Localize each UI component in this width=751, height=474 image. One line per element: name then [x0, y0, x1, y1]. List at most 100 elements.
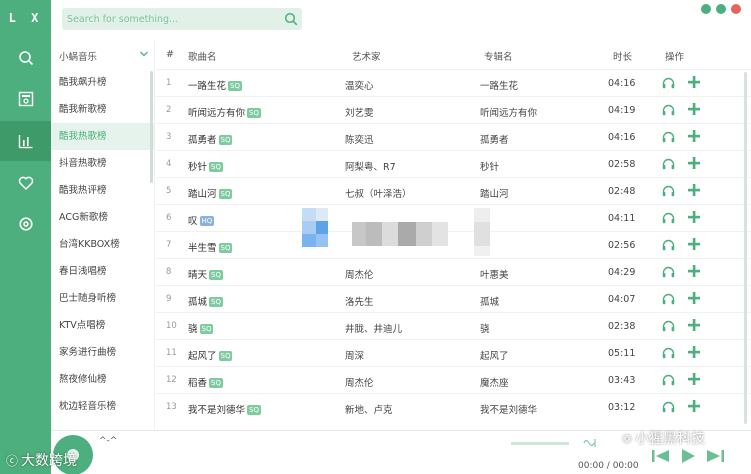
chart-list-item[interactable]: 酷我热歌榜 [51, 123, 154, 150]
song-album[interactable]: 秒针 [480, 159, 499, 173]
add-icon[interactable] [687, 372, 701, 389]
headphones-icon[interactable] [662, 158, 675, 173]
volume-slider[interactable] [511, 442, 569, 445]
chart-list-item[interactable]: 巴士随身听榜 [51, 285, 154, 312]
headphones-icon[interactable] [662, 185, 675, 200]
song-album[interactable]: 孤勇者 [480, 132, 509, 146]
song-artist[interactable]: 刘艺雯 [345, 105, 374, 119]
table-row[interactable]: 2 听闻远方有你 SQ 刘艺雯 听闻远方有你 04:19 [156, 96, 751, 123]
table-row[interactable]: 5 踏山河 SQ 七叔（叶泽浩） 踏山河 02:48 [156, 177, 751, 204]
add-icon[interactable] [687, 399, 701, 416]
search-submit-icon[interactable] [284, 12, 298, 29]
add-icon[interactable] [687, 183, 701, 200]
song-album[interactable]: 叶惠美 [480, 267, 509, 281]
previous-track-icon[interactable] [651, 448, 671, 467]
nav-rail: L X [0, 0, 51, 474]
headphones-icon[interactable] [662, 374, 675, 389]
table-row[interactable]: 11 起风了 SQ 周深 起风了 05:11 [156, 339, 751, 366]
close-button[interactable] [731, 4, 741, 14]
table-row[interactable]: 8 晴天 SQ 周杰伦 叶惠美 04:29 [156, 258, 751, 285]
chart-list-item[interactable]: 酷我飙升榜 [51, 69, 154, 96]
song-album[interactable]: 魔杰座 [480, 375, 509, 389]
headphones-icon[interactable] [662, 104, 675, 119]
table-row[interactable]: 12 稻香 SQ 周杰伦 魔杰座 03:43 [156, 366, 751, 393]
add-icon[interactable] [687, 75, 701, 92]
chart-list-item[interactable]: 酷我新歌榜 [51, 96, 154, 123]
nav-charts[interactable] [0, 121, 51, 161]
chart-list-item[interactable]: 家务进行曲榜 [51, 339, 154, 366]
chart-list-item[interactable]: 熬夜修仙榜 [51, 366, 154, 393]
chart-list-item[interactable]: 枕边轻音乐榜 [51, 393, 154, 420]
song-album[interactable]: 起风了 [480, 348, 509, 362]
song-artist[interactable]: 陈奕迅 [345, 132, 374, 146]
table-row[interactable]: 13 我不是刘德华 SQ 新地、卢克 我不是刘德华 03:12 [156, 393, 751, 420]
play-icon[interactable] [679, 448, 697, 467]
add-icon[interactable] [687, 210, 701, 227]
song-artist[interactable]: 周杰伦 [345, 375, 374, 389]
add-icon[interactable] [687, 156, 701, 173]
nav-search[interactable] [0, 38, 51, 78]
song-album[interactable]: 我不是刘德华 [480, 402, 537, 416]
song-artist[interactable]: 温奕心 [345, 78, 374, 92]
song-name-cell: 孤城 SQ [188, 294, 223, 308]
song-artist[interactable]: 洛先生 [345, 294, 374, 308]
song-album[interactable]: 踏山河 [480, 186, 509, 200]
add-icon[interactable] [687, 264, 701, 281]
maximize-button[interactable] [716, 4, 726, 14]
headphones-icon[interactable] [662, 347, 675, 362]
headphones-icon[interactable] [662, 401, 675, 416]
add-icon[interactable] [687, 291, 701, 308]
headphones-icon[interactable] [662, 239, 675, 254]
song-album[interactable]: 一路生花 [480, 78, 518, 92]
chart-list-item[interactable]: 酷我热评榜 [51, 177, 154, 204]
headphones-icon[interactable] [662, 212, 675, 227]
table-row[interactable]: 10 骁 SQ 井胧、井迪儿骁 02:38 [156, 312, 751, 339]
add-icon[interactable] [687, 318, 701, 335]
chart-list-item[interactable]: ACG新歌榜 [51, 204, 154, 231]
next-track-icon[interactable] [705, 448, 725, 467]
song-number: 10 [166, 321, 177, 331]
table-row[interactable]: 4 秒针 SQ 阿梨粤、R7 秒针 02:58 [156, 150, 751, 177]
lyric-icon[interactable] [583, 437, 597, 452]
song-artist[interactable]: 七叔（叶泽浩） [345, 186, 412, 200]
nav-settings[interactable] [0, 204, 51, 244]
chart-list-item[interactable]: 春日浅唱榜 [51, 258, 154, 285]
headphones-icon[interactable] [662, 293, 675, 308]
table-row[interactable]: 9 孤城 SQ 洛先生 孤城 04:07 [156, 285, 751, 312]
headphones-icon[interactable] [662, 77, 675, 92]
table-row[interactable]: 3 孤勇者 SQ 陈奕迅 孤勇者 04:16 [156, 123, 751, 150]
nav-favorites[interactable] [0, 163, 51, 203]
header-num: # [166, 49, 174, 60]
table-row[interactable]: 1 一路生花 SQ 温奕心 一路生花 04:16 [156, 69, 751, 96]
header-name: 歌曲名 [188, 52, 217, 63]
heart-icon [18, 175, 34, 191]
chart-list-scrollbar[interactable] [150, 71, 153, 183]
headphones-icon[interactable] [662, 266, 675, 281]
search-input[interactable] [62, 8, 277, 30]
song-album[interactable]: 孤城 [480, 294, 499, 308]
song-artist[interactable]: 周深 [345, 348, 364, 362]
nav-song-list[interactable] [0, 79, 51, 119]
chart-list-item[interactable]: 台湾KKBOX榜 [51, 231, 154, 258]
headphones-icon[interactable] [662, 131, 675, 146]
add-icon[interactable] [687, 237, 701, 254]
chart-list-item[interactable]: 抖音热歌榜 [51, 150, 154, 177]
table-scrollbar[interactable] [744, 72, 747, 424]
source-select[interactable]: 小蜗音乐 [51, 46, 154, 64]
song-album[interactable]: 听闻远方有你 [480, 105, 537, 119]
add-icon[interactable] [687, 345, 701, 362]
chevron-down-icon [139, 49, 149, 62]
song-name-cell: 骁 SQ [188, 321, 214, 335]
add-icon[interactable] [687, 102, 701, 119]
minimize-button[interactable] [701, 4, 711, 14]
song-artist[interactable]: 新地、卢克 [345, 402, 393, 416]
song-artist[interactable]: 阿梨粤、R7 [345, 159, 396, 173]
song-artist[interactable]: 周杰伦 [345, 267, 374, 281]
add-icon[interactable] [687, 129, 701, 146]
chart-list-item[interactable]: KTV点唱榜 [51, 312, 154, 339]
song-album[interactable]: 骁 [480, 321, 490, 335]
playback-time: 00:00 / 00:00 [578, 461, 639, 471]
song-artist[interactable]: 井胧、井迪儿 [345, 321, 402, 335]
song-name: 踏山河 [188, 189, 217, 200]
headphones-icon[interactable] [662, 320, 675, 335]
